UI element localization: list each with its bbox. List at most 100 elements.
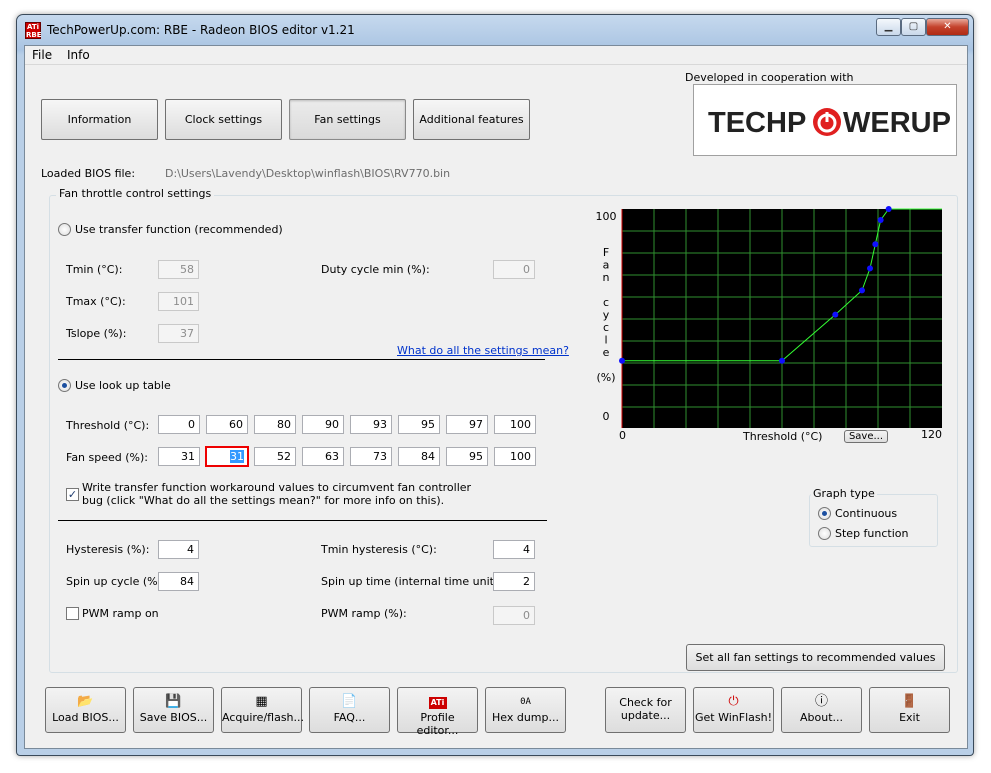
pwm-ramp-field[interactable]: 0: [493, 606, 535, 625]
duty-cycle-min-field[interactable]: 0: [493, 260, 535, 279]
pwm-ramp-on-checkbox[interactable]: [66, 607, 79, 620]
duty-cycle-min-label: Duty cycle min (%):: [321, 263, 430, 276]
faq-button[interactable]: 📄 FAQ...: [309, 687, 390, 733]
threshold-field-4[interactable]: 90: [302, 415, 344, 434]
y-axis-label-char: c: [603, 321, 609, 334]
tab-clock-settings[interactable]: Clock settings: [165, 99, 282, 140]
y-axis-label-char: a: [603, 259, 610, 272]
spin-up-time-field[interactable]: 2: [493, 572, 535, 591]
hex-dump-icon: 0A: [520, 697, 531, 707]
y-axis-label-char: (%): [596, 371, 615, 384]
workaround-checkbox[interactable]: ✓: [66, 488, 79, 501]
threshold-field-8[interactable]: 100: [494, 415, 536, 434]
load-bios-button[interactable]: 📂 Load BIOS...: [45, 687, 126, 733]
tslope-field[interactable]: 37: [158, 324, 199, 343]
fan-curve-point: [859, 287, 865, 294]
fan-speed-field-2[interactable]: 31: [205, 446, 249, 467]
title-bar[interactable]: ATi RBE TechPowerUp.com: RBE - Radeon BIO…: [17, 15, 973, 45]
techpowerup-logo-graphic: TECHP WERUP: [708, 107, 951, 139]
profile-editor-button[interactable]: ATi Profile editor...: [397, 687, 478, 737]
lookup-table-label: Use look up table: [75, 379, 171, 392]
save-bios-button[interactable]: 💾 Save BIOS...: [133, 687, 214, 733]
y-axis-label-char: n: [603, 271, 610, 284]
fan-speed-label: Fan speed (%):: [66, 451, 148, 464]
hex-dump-button[interactable]: 0A Hex dump...: [485, 687, 566, 733]
fan-curve-point: [832, 311, 839, 318]
client-area: File Info Developed in cooperation with …: [24, 45, 968, 749]
check-update-button[interactable]: Check for update...: [605, 687, 686, 733]
threshold-field-1[interactable]: 0: [158, 415, 200, 434]
y-tick-0: 0: [603, 410, 610, 423]
hysteresis-field[interactable]: 4: [158, 540, 199, 559]
fan-speed-field-8[interactable]: 100: [494, 447, 536, 466]
threshold-field-3[interactable]: 80: [254, 415, 296, 434]
y-axis-label-char: c: [603, 296, 609, 309]
fan-speed-field-2-selection: 31: [230, 450, 244, 463]
fan-control-title: Fan throttle control settings: [56, 187, 215, 200]
workaround-label-line2: bug (click "What do all the settings mea…: [82, 494, 445, 507]
recommended-values-button[interactable]: Set all fan settings to recommended valu…: [686, 644, 945, 671]
threshold-label: Threshold (°C):: [66, 419, 150, 432]
exit-button[interactable]: 🚪 Exit: [869, 687, 950, 733]
fan-curve-chart[interactable]: Fancycle(%) 100 0: [592, 206, 954, 428]
close-button[interactable]: ✕: [926, 18, 969, 36]
about-button[interactable]: ⓘ About...: [781, 687, 862, 733]
fan-speed-field-7[interactable]: 95: [446, 447, 488, 466]
tmin-label: Tmin (°C):: [66, 263, 123, 276]
cooperation-text: Developed in cooperation with: [685, 71, 854, 84]
maximize-button[interactable]: ▢: [901, 18, 926, 36]
fan-curve-point: [877, 217, 884, 223]
tmax-label: Tmax (°C):: [66, 295, 126, 308]
transfer-function-label: Use transfer function (recommended): [75, 223, 283, 236]
tmin-field[interactable]: 58: [158, 260, 199, 279]
menu-info[interactable]: Info: [67, 48, 90, 62]
tab-information[interactable]: Information: [41, 99, 158, 140]
window-title: TechPowerUp.com: RBE - Radeon BIOS edito…: [47, 23, 355, 37]
divider-2: [58, 520, 547, 521]
pwm-ramp-on-label: PWM ramp on: [82, 607, 159, 620]
x-axis-label: Threshold (°C): [743, 430, 823, 443]
spin-up-cycle-label: Spin up cycle (%):: [66, 575, 166, 588]
menu-file[interactable]: File: [32, 48, 52, 62]
y-tick-100: 100: [596, 210, 617, 223]
spin-up-cycle-field[interactable]: 84: [158, 572, 199, 591]
y-axis-label-char: y: [603, 309, 610, 322]
fan-curve-point: [619, 357, 625, 364]
acquire-flash-button[interactable]: ▦ Acquire/flash...: [221, 687, 304, 733]
tmin-hysteresis-field[interactable]: 4: [493, 540, 535, 559]
threshold-field-6[interactable]: 95: [398, 415, 440, 434]
threshold-field-5[interactable]: 93: [350, 415, 392, 434]
get-winflash-button[interactable]: ⏻ Get WinFlash!: [693, 687, 774, 733]
document-icon: 📄: [341, 694, 358, 709]
fan-speed-field-3[interactable]: 52: [254, 447, 296, 466]
techpowerup-logo[interactable]: TECHP WERUP: [693, 84, 957, 156]
x-tick-120: 120: [921, 428, 942, 441]
fan-speed-field-1[interactable]: 31: [158, 447, 200, 466]
fan-curve-point: [872, 241, 879, 248]
threshold-field-7[interactable]: 97: [446, 415, 488, 434]
x-tick-0: 0: [619, 429, 626, 442]
help-link[interactable]: What do all the settings mean?: [397, 344, 569, 357]
loaded-bios-label: Loaded BIOS file:: [41, 167, 136, 180]
threshold-field-2[interactable]: 60: [206, 415, 248, 434]
main-window: ATi RBE TechPowerUp.com: RBE - Radeon BIO…: [16, 14, 974, 756]
tab-fan-settings[interactable]: Fan settings: [289, 99, 406, 140]
y-axis-label-char: l: [604, 334, 607, 347]
minimize-button[interactable]: ▁: [876, 18, 901, 36]
logo-text-left: TECHP: [708, 107, 806, 139]
logo-text-right: WERUP: [843, 107, 951, 139]
fan-speed-field-5[interactable]: 73: [350, 447, 392, 466]
fan-speed-field-4[interactable]: 63: [302, 447, 344, 466]
info-icon: ⓘ: [814, 694, 828, 709]
step-function-radio[interactable]: [818, 527, 831, 540]
lookup-table-radio[interactable]: [58, 379, 71, 392]
tmax-field[interactable]: 101: [158, 292, 199, 311]
save-graph-button[interactable]: Save...: [844, 430, 888, 443]
transfer-function-radio[interactable]: [58, 223, 71, 236]
continuous-label: Continuous: [835, 507, 898, 520]
continuous-radio[interactable]: [818, 507, 831, 520]
exit-door-icon: 🚪: [901, 694, 918, 709]
fan-speed-field-6[interactable]: 84: [398, 447, 440, 466]
y-axis-label-char: e: [603, 346, 610, 359]
tab-additional-features[interactable]: Additional features: [413, 99, 530, 140]
